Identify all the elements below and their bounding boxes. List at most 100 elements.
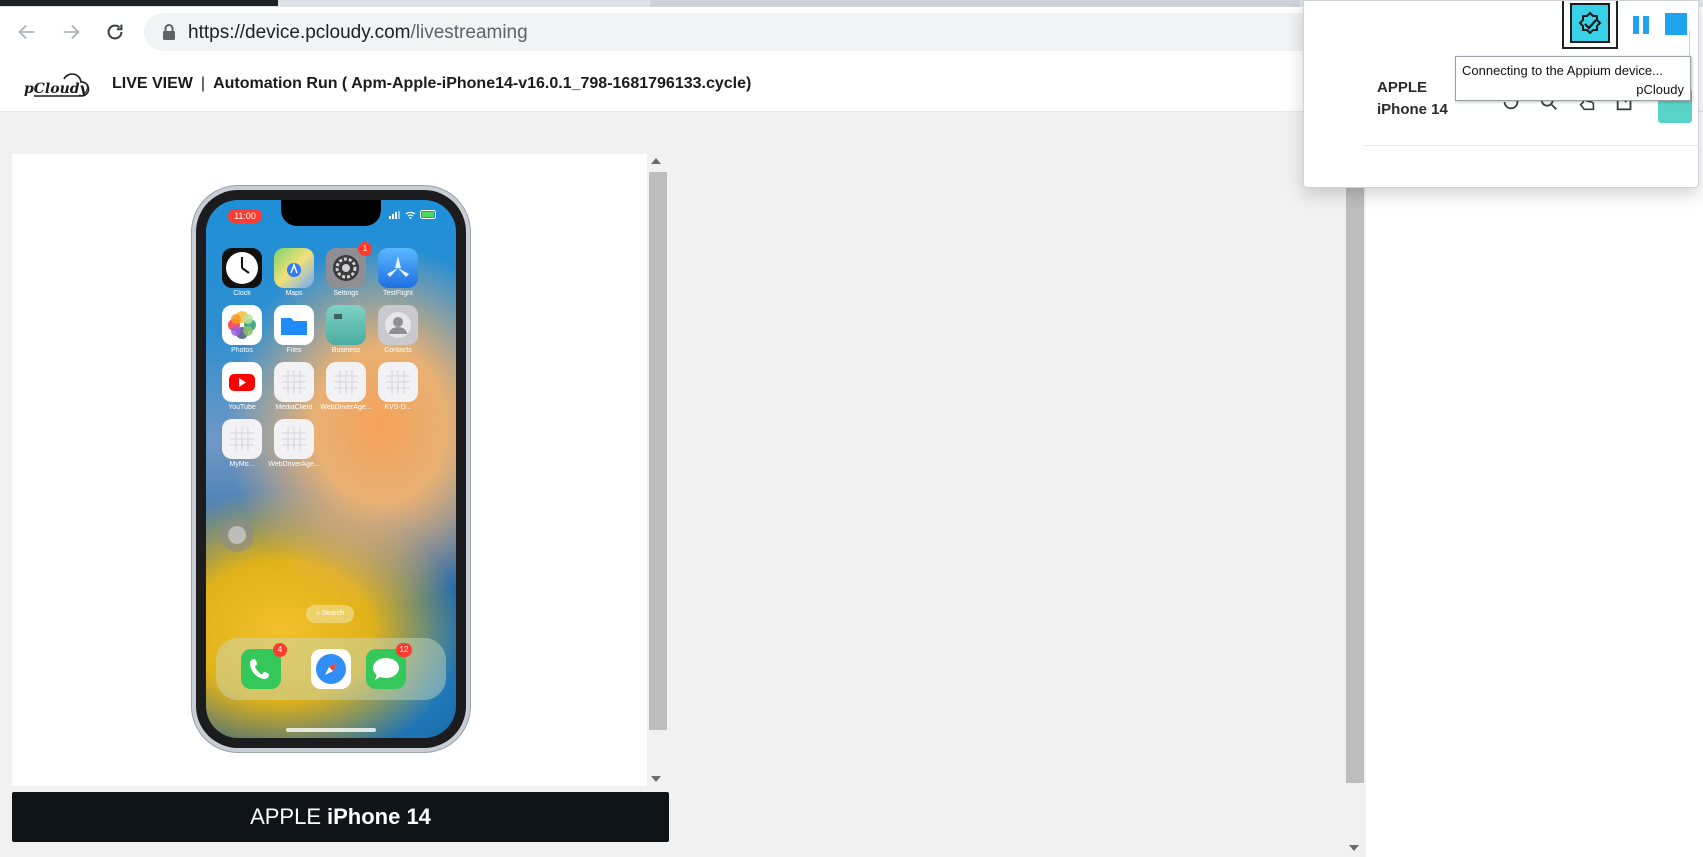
files-folder-icon [281, 318, 307, 335]
url-text: https://device.pcloudy.com/livestreaming [188, 22, 528, 44]
business-icon [334, 314, 342, 319]
back-button[interactable] [12, 17, 42, 47]
home-search-pill[interactable]: ⌕ Search [306, 605, 354, 623]
lock-icon [163, 24, 175, 40]
header-separator: | [200, 75, 206, 92]
signal-icon [389, 210, 400, 219]
home-indicator [286, 728, 376, 732]
device-panel-scrollbar[interactable] [647, 154, 667, 786]
app-label-webdriveragent-1: WebDriverAge... [320, 404, 372, 411]
app-contacts[interactable] [378, 305, 418, 345]
battery-icon [420, 210, 436, 219]
app-label-photos: Photos [231, 347, 253, 354]
header-title: LIVE VIEW | Automation Run ( Apm-Apple-iPh… [112, 75, 751, 93]
phone-badge: 4 [273, 643, 287, 657]
screen-root: https://device.pcloudy.com/livestreaming… [0, 0, 1703, 857]
main-scrollbar-thumb[interactable] [1346, 140, 1364, 783]
popup-device-name: APPLE iPhone 14 [1377, 77, 1448, 121]
photos-flower-icon [228, 311, 256, 339]
extension-popup: APPLE iPhone 14 Connecting to the Appium… [1303, 0, 1700, 188]
app-label-settings: Settings [333, 290, 359, 297]
contacts-person-icon [385, 312, 411, 338]
scroll-up-arrow-icon[interactable] [651, 158, 661, 164]
active-tab[interactable] [0, 0, 278, 6]
reload-button[interactable] [100, 17, 130, 47]
url-host: https://device.pcloudy.com [188, 22, 411, 43]
messages-badge: 12 [396, 643, 412, 657]
placeholder-grid-icon [334, 370, 358, 394]
testflight-propeller-icon [387, 256, 409, 277]
phone-notch [281, 200, 381, 226]
app-label-youtube: YouTube [228, 404, 256, 411]
app-webdriveragent-2[interactable] [274, 419, 314, 459]
app-label-contacts: Contacts [384, 347, 412, 354]
forward-button[interactable] [56, 17, 86, 47]
dock-app-safari[interactable] [311, 649, 351, 689]
app-label-testflight: TestFlight [383, 290, 413, 297]
assistive-touch-button[interactable] [220, 518, 254, 552]
youtube-play-icon [229, 374, 255, 391]
appium-extension-tile [1570, 3, 1610, 43]
stop-button[interactable] [1665, 13, 1687, 35]
app-label-mymo: MyMo... [229, 461, 255, 468]
scrollbar-thumb[interactable] [649, 172, 667, 730]
url-path: /livestreaming [410, 22, 528, 43]
right-side-panel [1366, 112, 1703, 857]
app-label-clock: Clock [233, 290, 251, 297]
maps-icon [287, 262, 301, 277]
app-youtube[interactable] [222, 362, 262, 402]
placeholder-grid-icon [282, 370, 306, 394]
device-brand: APPLE [250, 804, 321, 829]
arrow-left-icon [18, 24, 35, 40]
app-mediaclient[interactable] [274, 362, 314, 402]
inactive-tab[interactable] [650, 0, 1300, 7]
scroll-down-arrow-icon[interactable] [651, 776, 661, 782]
reload-icon [107, 24, 123, 40]
phone-dock: 4 12 [216, 638, 446, 700]
popup-device-brand: APPLE [1377, 79, 1428, 96]
app-testflight[interactable] [378, 248, 418, 288]
search-magnifier-icon: ⌕ [315, 610, 320, 617]
logo-text: pCloudy [24, 81, 89, 97]
device-screen[interactable]: 11:00 Clock Maps 1 Settings TestFlight P… [206, 200, 456, 738]
app-clock[interactable] [222, 248, 262, 288]
appium-badge-icon [1578, 11, 1602, 35]
settings-badge: 1 [358, 242, 372, 256]
app-business[interactable] [326, 305, 366, 345]
popup-device-model: iPhone 14 [1377, 101, 1448, 118]
app-label-business: Business [331, 347, 361, 354]
device-name-bar: APPLE iPhone 14 [12, 792, 669, 842]
app-label-mediaclient: MediaClient [275, 404, 313, 411]
pause-icon[interactable] [1631, 15, 1651, 35]
main-scroll-down-arrow-icon[interactable] [1349, 845, 1359, 851]
app-maps[interactable] [274, 248, 314, 288]
clock-icon [226, 252, 258, 284]
app-kvs[interactable] [378, 362, 418, 402]
arrow-right-icon [63, 24, 80, 40]
app-webdriveragent-1[interactable] [326, 362, 366, 402]
pcloudy-logo[interactable]: pCloudy [24, 71, 94, 106]
home-search-label: Search [321, 610, 345, 617]
placeholder-grid-icon [282, 427, 306, 451]
main-scrollbar[interactable] [1342, 118, 1366, 857]
tooltip-source: pCloudy [1636, 82, 1684, 97]
app-label-kvs: KVS-D... [384, 404, 412, 411]
connecting-tooltip: Connecting to the Appium device... pClou… [1455, 56, 1691, 101]
cloud-logo-icon: pCloudy [24, 73, 90, 97]
app-label-maps: Maps [285, 290, 303, 297]
placeholder-grid-icon [230, 427, 254, 451]
app-mymo[interactable] [222, 419, 262, 459]
device-frame: 11:00 Clock Maps 1 Settings TestFlight P… [196, 190, 466, 748]
automation-run-title: Automation Run ( Apm-Apple-iPhone14-v16.… [213, 75, 752, 92]
safari-compass-icon [316, 654, 346, 684]
tooltip-message: Connecting to the Appium device... [1462, 63, 1663, 78]
app-label-files: Files [286, 347, 302, 354]
status-time: 11:00 [228, 209, 262, 223]
device-model: iPhone 14 [327, 804, 431, 829]
app-photos[interactable] [222, 305, 262, 345]
wifi-icon [405, 211, 416, 219]
placeholder-grid-icon [386, 370, 410, 394]
app-files[interactable] [274, 305, 314, 345]
appium-extension-button[interactable] [1562, 1, 1618, 49]
status-icons [389, 210, 438, 219]
